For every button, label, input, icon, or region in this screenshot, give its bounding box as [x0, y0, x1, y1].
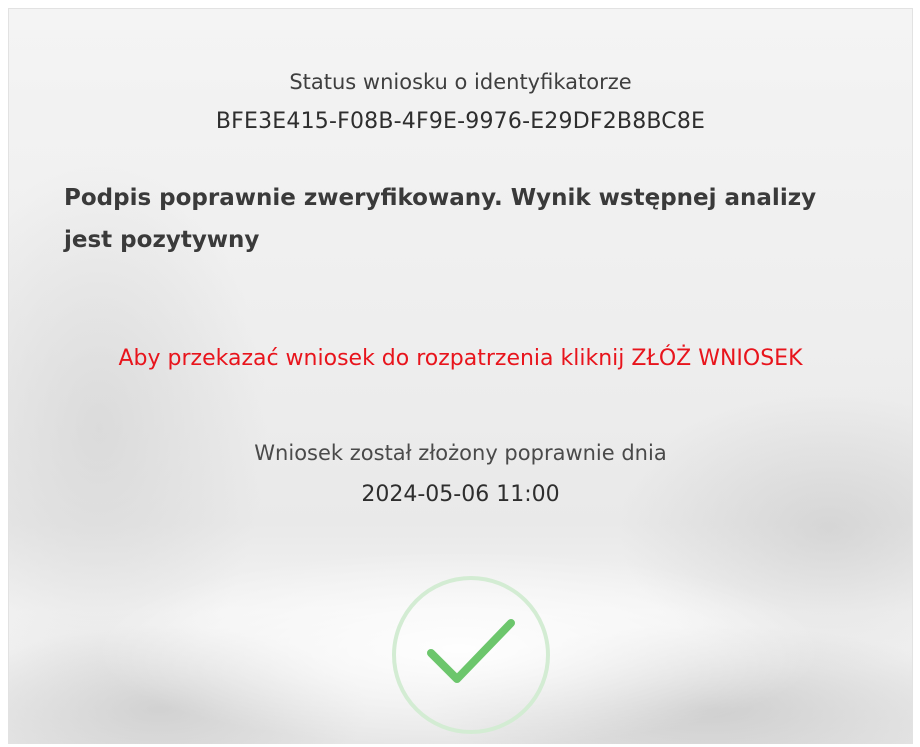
status-panel: Status wniosku o identyfikatorze BFE3E41…: [8, 8, 913, 744]
success-ring: [392, 576, 550, 734]
submitted-label: Wniosek został złożony poprawnie dnia: [254, 441, 667, 465]
submit-instruction: Aby przekazać wniosek do rozpatrzenia kl…: [118, 346, 803, 371]
check-mark: [427, 619, 515, 683]
status-title: Status wniosku o identyfikatorze: [289, 70, 632, 94]
submitted-date: 2024-05-06 11:00: [361, 482, 560, 507]
verification-message: Podpis poprawnie zweryfikowany. Wynik ws…: [64, 185, 817, 253]
success-check-icon: [392, 576, 550, 734]
request-identifier: BFE3E415-F08B-4F9E-9976-E29DF2B8BC8E: [215, 109, 706, 134]
